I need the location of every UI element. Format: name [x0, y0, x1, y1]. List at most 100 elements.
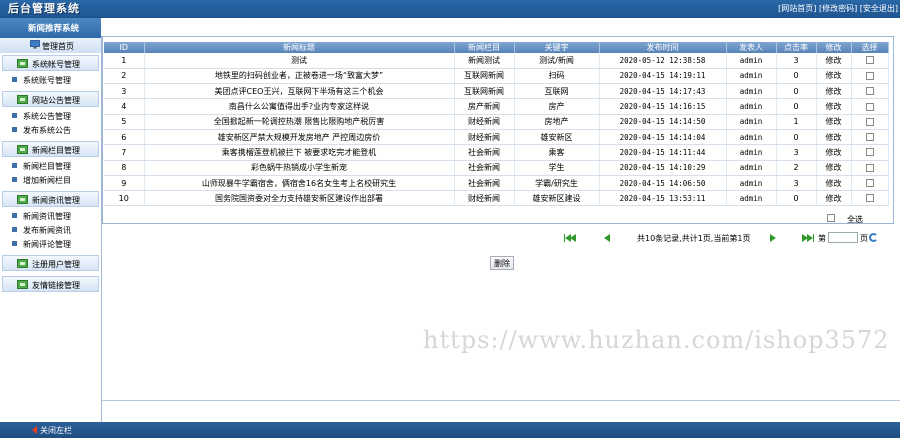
edit-link[interactable]: 修改	[816, 160, 852, 176]
cell-select	[851, 53, 889, 69]
cell-keywords: 互联网	[514, 83, 600, 100]
sidebar-group-notices[interactable]: 网站公告管理	[2, 91, 99, 107]
go-refresh-icon[interactable]	[869, 233, 878, 242]
cell-title: 南昌什么公寓值得出手?业内专家这样说	[144, 98, 455, 115]
edit-link[interactable]: 修改	[816, 190, 852, 207]
select-all-checkbox[interactable]	[827, 214, 835, 222]
cell-clicks: 3	[776, 53, 817, 69]
sidebar-group-links[interactable]: 友情链接管理	[2, 276, 99, 292]
sidebar-group-accounts[interactable]: 系统帐号管理	[2, 55, 99, 71]
row-checkbox[interactable]	[865, 117, 874, 126]
first-page-icon[interactable]	[564, 234, 576, 242]
edit-link[interactable]: 修改	[816, 98, 852, 115]
folder-icon	[17, 195, 28, 204]
sidebar-group-news[interactable]: 新闻资讯管理	[2, 191, 99, 207]
bottom-bar: 关闭左栏	[0, 422, 900, 438]
sidebar-home[interactable]: 管理首页	[0, 38, 101, 53]
cell-keywords: 房产	[514, 98, 600, 115]
top-header: 后台管理系统 [网站首页] [修改密码] [安全退出]	[0, 0, 900, 18]
row-checkbox[interactable]	[865, 194, 874, 203]
row-checkbox[interactable]	[865, 148, 874, 157]
sidebar-item-label: 发布系统公告	[23, 126, 71, 135]
last-page-icon[interactable]	[802, 234, 814, 242]
cell-title: 山师现暴牛学霸宿舍，俩宿舍16名女生考上名校研究生	[144, 175, 455, 192]
cell-time: 2020-04-15 14:14:04	[599, 129, 727, 146]
row-checkbox[interactable]	[865, 179, 874, 188]
bullet-icon	[12, 127, 17, 132]
row-checkbox[interactable]	[865, 102, 874, 111]
cell-title: 国务院国资委对全力支持雄安新区建设作出部署	[144, 190, 455, 207]
cell-clicks: 0	[776, 190, 817, 207]
sidebar-item-news-manage[interactable]: 新闻资讯管理	[0, 209, 101, 223]
cell-id: 9	[104, 175, 145, 192]
prev-page-icon[interactable]	[604, 234, 615, 242]
edit-link[interactable]: 修改	[816, 144, 852, 161]
row-checkbox[interactable]	[865, 71, 874, 80]
cell-select	[851, 98, 889, 115]
cell-id: 8	[104, 160, 145, 176]
edit-link[interactable]: 修改	[816, 83, 852, 100]
sidebar-group-label: 注册用户管理	[32, 260, 80, 269]
cell-time: 2020-04-15 14:11:44	[599, 144, 727, 161]
sidebar-item-label: 新闻评论管理	[23, 240, 71, 249]
table-row: 1 测试 新闻测试 测试/新闻 2020-05-12 12:38:58 admi…	[104, 53, 889, 69]
change-password-link[interactable]: [修改密码]	[819, 4, 857, 13]
cell-title: 美团点评CEO王兴，互联网下半场有这三个机会	[144, 83, 455, 100]
sidebar-item-notice-publish[interactable]: 发布系统公告	[0, 123, 101, 137]
page-number-input[interactable]	[828, 232, 858, 243]
cell-select	[851, 114, 889, 130]
row-checkbox[interactable]	[865, 163, 874, 172]
cell-author: admin	[726, 190, 777, 207]
edit-link[interactable]: 修改	[816, 175, 852, 192]
close-sidebar-link[interactable]: 关闭左栏	[40, 425, 72, 436]
computer-icon	[30, 40, 40, 49]
cell-column: 财经新闻	[454, 114, 515, 130]
edit-link[interactable]: 修改	[816, 68, 852, 85]
site-home-link[interactable]: [网站首页]	[778, 4, 816, 13]
cell-select	[851, 190, 889, 207]
sidebar-group-columns[interactable]: 新闻栏目管理	[2, 141, 99, 157]
news-table: ID 新闻标题 新闻栏目 关键字 发布时间 发表人 点击率 修改 选择 1 测试…	[104, 42, 889, 207]
cell-author: admin	[726, 175, 777, 192]
cell-select	[851, 68, 889, 85]
cell-keywords: 学霸/研究生	[514, 175, 600, 192]
table-row: 9 山师现暴牛学霸宿舍，俩宿舍16名女生考上名校研究生 社会新闻 学霸/研究生 …	[104, 175, 889, 192]
cell-clicks: 0	[776, 98, 817, 115]
bullet-icon	[12, 241, 17, 246]
sidebar-group-label: 系统帐号管理	[32, 60, 80, 69]
logout-link[interactable]: [安全退出]	[860, 4, 898, 13]
sidebar-item-column-manage[interactable]: 新闻栏目管理	[0, 159, 101, 173]
cell-time: 2020-04-15 14:14:50	[599, 114, 727, 130]
sidebar-group-label: 新闻栏目管理	[32, 146, 80, 155]
row-checkbox[interactable]	[865, 133, 874, 142]
main-content: ID 新闻标题 新闻栏目 关键字 发布时间 发表人 点击率 修改 选择 1 测试…	[102, 36, 900, 422]
cell-clicks: 3	[776, 144, 817, 161]
table-row: 6 雄安新区严禁大规模开发房地产 严控周边房价 财经新闻 雄安新区 2020-0…	[104, 129, 889, 146]
cell-title: 全国掀起新一轮调控热潮 限售比限购地产税厉害	[144, 114, 455, 130]
sidebar-group-label: 新闻资讯管理	[32, 196, 80, 205]
sidebar-item-comment-manage[interactable]: 新闻评论管理	[0, 237, 101, 251]
sidebar-item-news-publish[interactable]: 发布新闻资讯	[0, 223, 101, 237]
arrow-left-icon[interactable]	[32, 426, 37, 434]
row-checkbox[interactable]	[865, 87, 874, 96]
edit-link[interactable]: 修改	[816, 114, 852, 130]
cell-select	[851, 144, 889, 161]
next-page-icon[interactable]	[770, 234, 781, 242]
cell-time: 2020-04-15 14:06:50	[599, 175, 727, 192]
edit-link[interactable]: 修改	[816, 129, 852, 146]
cell-column: 社会新闻	[454, 160, 515, 176]
delete-button[interactable]: 删除	[490, 256, 514, 270]
select-all-label: 全选	[847, 215, 863, 224]
folder-icon	[17, 280, 28, 289]
sidebar-item-notice-manage[interactable]: 系统公告管理	[0, 109, 101, 123]
cell-title: 雄安新区严禁大规模开发房地产 严控周边房价	[144, 129, 455, 146]
cell-title: 彩色蜗牛热销成小学生新宠	[144, 160, 455, 176]
edit-link[interactable]: 修改	[816, 53, 852, 69]
sidebar-group-users[interactable]: 注册用户管理	[2, 255, 99, 271]
row-checkbox[interactable]	[865, 56, 874, 65]
sidebar-item-label: 发布新闻资讯	[23, 226, 71, 235]
sidebar-item-column-add[interactable]: 增加新闻栏目	[0, 173, 101, 187]
cell-clicks: 3	[776, 175, 817, 192]
sidebar-item-account-manage[interactable]: 系统账号管理	[0, 73, 101, 87]
col-author: 发表人	[726, 42, 777, 53]
